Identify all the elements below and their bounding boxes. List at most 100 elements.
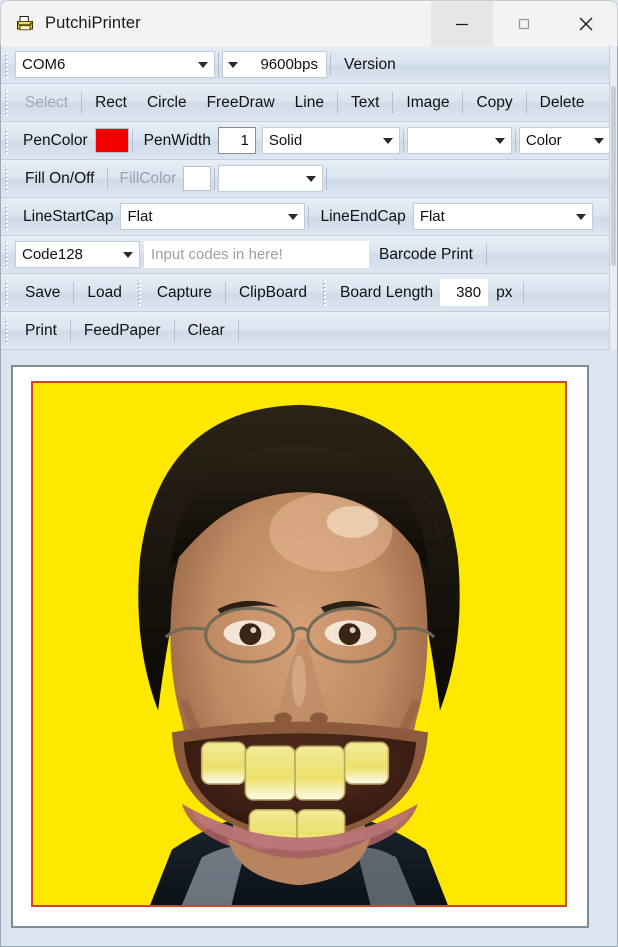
- fill-toggle-button[interactable]: Fill On/Off: [15, 167, 104, 191]
- tool-freedraw-button[interactable]: FreeDraw: [197, 91, 285, 115]
- com-port-value: COM6: [22, 56, 66, 73]
- toolbar-grip[interactable]: [3, 241, 12, 268]
- separator: [485, 243, 487, 266]
- toolbar-grip[interactable]: [3, 317, 12, 344]
- tool-delete-button[interactable]: Delete: [530, 91, 595, 115]
- tool-text-button[interactable]: Text: [341, 91, 389, 115]
- chevron-down-icon: [228, 61, 238, 68]
- barcode-print-button[interactable]: Barcode Print: [369, 243, 483, 267]
- separator: [514, 129, 516, 152]
- chevron-down-icon: [288, 213, 299, 220]
- separator: [522, 281, 524, 304]
- caricature-photo: [33, 383, 565, 905]
- penwidth-label: PenWidth: [143, 131, 211, 149]
- separator: [237, 319, 239, 342]
- toolbar-row-fill: Fill On/Off FillColor: [1, 160, 617, 198]
- separator: [218, 51, 219, 78]
- toolbar-row-linecaps: LineStartCap Flat LineEndCap Flat: [1, 198, 617, 236]
- capture-button[interactable]: Capture: [147, 281, 222, 305]
- load-button[interactable]: Load: [77, 281, 131, 305]
- chevron-down-icon: [494, 137, 505, 144]
- close-button[interactable]: [555, 1, 617, 46]
- toolbar-row-pen: PenColor PenWidth 1 Solid Color: [1, 122, 617, 160]
- toolbar-grip[interactable]: [3, 203, 12, 230]
- separator: [326, 167, 328, 190]
- fillcolor-swatch[interactable]: [183, 166, 212, 191]
- linestartcap-value: Flat: [127, 208, 153, 225]
- separator: [402, 129, 404, 152]
- printer-icon: [16, 15, 34, 30]
- dash-style-value: Solid: [268, 132, 303, 149]
- barcode-symbology-value: Code128: [22, 246, 83, 263]
- toolbar-row-connection: COM6 9600bps Version: [1, 46, 617, 84]
- separator: [224, 281, 226, 304]
- print-canvas[interactable]: [11, 365, 589, 928]
- color-mode-select[interactable]: Color: [518, 127, 611, 154]
- pencolor-swatch[interactable]: [94, 128, 129, 153]
- tool-line-button[interactable]: Line: [285, 91, 334, 115]
- pencolor-label: PenColor: [23, 131, 88, 149]
- title-bar-left: PutchiPrinter: [1, 14, 431, 34]
- fill-style-select[interactable]: [218, 165, 324, 192]
- feedpaper-button[interactable]: FeedPaper: [74, 319, 171, 343]
- tool-circle-button[interactable]: Circle: [137, 91, 197, 115]
- toolbar-row-file: Save Load Capture ClipBoard Board Length…: [1, 274, 617, 312]
- penwidth-input[interactable]: 1: [217, 127, 256, 154]
- separator: [462, 91, 464, 114]
- separator: [131, 129, 133, 152]
- maximize-icon: [518, 18, 530, 29]
- com-port-select[interactable]: COM6: [15, 51, 215, 78]
- toolbar-strip: COM6 9600bps Version Select Rect Circle …: [0, 46, 618, 350]
- print-button[interactable]: Print: [15, 319, 67, 343]
- tool-copy-button[interactable]: Copy: [466, 91, 522, 115]
- separator: [330, 53, 331, 76]
- tool-select-button[interactable]: Select: [15, 91, 78, 115]
- toolbar-grip[interactable]: [3, 165, 12, 192]
- separator: [107, 167, 109, 190]
- toolbar-row-print: Print FeedPaper Clear: [1, 312, 617, 350]
- canvas-image-object[interactable]: [31, 381, 567, 907]
- toolbar-grip[interactable]: [3, 279, 12, 306]
- barcode-codes-placeholder: Input codes in here!: [151, 246, 283, 263]
- linestartcap-select[interactable]: Flat: [120, 203, 306, 230]
- dash-style-select[interactable]: Solid: [261, 127, 400, 154]
- barcode-symbology-select[interactable]: Code128: [15, 241, 140, 268]
- version-button[interactable]: Version: [334, 53, 406, 77]
- chevron-down-icon: [593, 137, 604, 144]
- tool-image-button[interactable]: Image: [396, 91, 459, 115]
- toolbar-grip[interactable]: [135, 279, 145, 306]
- separator: [73, 281, 75, 304]
- lineendcap-label: LineEndCap: [320, 207, 406, 225]
- toolbar-grip[interactable]: [3, 51, 12, 78]
- toolbar-scrollbar-thumb[interactable]: [611, 86, 616, 266]
- chevron-down-icon: [123, 251, 133, 258]
- putchiprinter-window: PutchiPrinter COM6 9600bps Version Selec…: [0, 0, 618, 947]
- tool-rect-button[interactable]: Rect: [85, 91, 137, 115]
- lineendcap-value: Flat: [419, 208, 445, 225]
- toolbar-grip[interactable]: [3, 89, 12, 116]
- clear-button[interactable]: Clear: [178, 319, 235, 343]
- close-icon: [579, 17, 593, 30]
- window-title: PutchiPrinter: [45, 14, 141, 32]
- minimize-icon: [456, 23, 468, 25]
- baud-rate-select[interactable]: 9600bps: [222, 51, 327, 78]
- toolbar-scrollbar[interactable]: [609, 46, 617, 350]
- minimize-button[interactable]: [431, 1, 493, 46]
- separator: [308, 205, 310, 228]
- lineendcap-select[interactable]: Flat: [412, 203, 593, 230]
- save-button[interactable]: Save: [15, 281, 70, 305]
- color-mode-value: Color: [525, 132, 562, 149]
- clipboard-button[interactable]: ClipBoard: [229, 281, 317, 305]
- toolbar-grip[interactable]: [3, 127, 12, 154]
- separator: [81, 91, 83, 114]
- separator: [214, 167, 216, 190]
- toolbar-row-tools: Select Rect Circle FreeDraw Line Text Im…: [1, 84, 617, 122]
- board-length-label: Board Length: [340, 283, 434, 301]
- pen-extra-select[interactable]: [406, 127, 512, 154]
- maximize-button[interactable]: [493, 1, 555, 46]
- board-length-input[interactable]: 380: [440, 279, 489, 306]
- barcode-codes-input[interactable]: Input codes in here!: [144, 241, 369, 268]
- toolbar-row-barcode: Code128 Input codes in here! Barcode Pri…: [1, 236, 617, 274]
- toolbar-grip[interactable]: [321, 279, 331, 306]
- fillcolor-label: FillColor: [119, 169, 177, 187]
